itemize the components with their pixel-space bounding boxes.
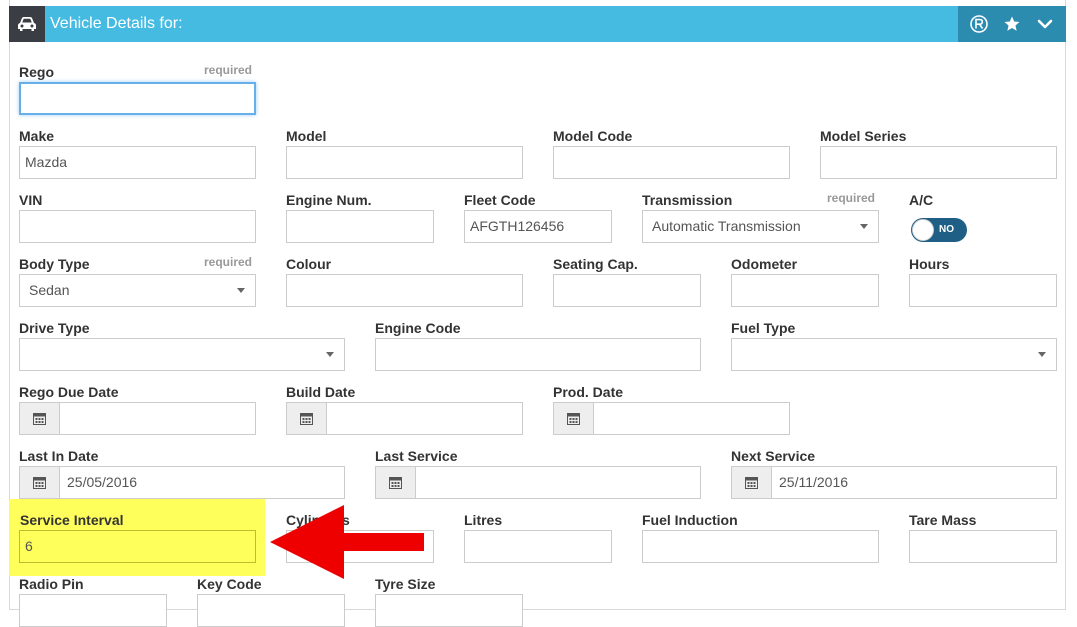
rego-due-date-label: Rego Due Date [19,384,119,400]
prod-date-label: Prod. Date [553,384,624,400]
vin-input[interactable] [19,210,256,243]
model-series-label: Model Series [820,128,907,144]
transmission-select[interactable]: Automatic Transmission [642,210,879,243]
caret-down-icon [237,288,245,293]
service-interval-input[interactable]: 6 [19,530,256,563]
litres-label: Litres [464,512,503,528]
seating-cap-label: Seating Cap. [553,256,638,272]
next-service-value: 25/11/2016 [779,474,849,490]
engine-code-input[interactable] [375,338,701,371]
ac-label: A/C [909,192,934,208]
next-service-input[interactable]: 25/11/2016 [731,466,1057,499]
body-type-select[interactable]: Sedan [19,274,256,307]
transmission-label: Transmission [642,192,733,208]
body-type-label: Body Type [19,256,90,272]
last-service-value [416,467,423,498]
calendar-icon[interactable] [20,403,60,434]
rego-due-date-value [60,403,67,434]
last-in-date-input[interactable]: 25/05/2016 [19,466,345,499]
rego-required: required [204,63,253,77]
engine-code-label: Engine Code [375,320,461,336]
caret-down-icon [1038,352,1046,357]
build-date-label: Build Date [286,384,356,400]
fleet-code-label: Fleet Code [464,192,536,208]
vin-label: VIN [19,192,43,208]
caret-down-icon [326,352,334,357]
next-service-label: Next Service [731,448,816,464]
make-input[interactable]: Mazda [19,146,256,179]
body-type-required: required [204,255,253,269]
r-circle-icon[interactable] [966,11,992,37]
engine-num-input[interactable] [286,210,434,243]
calendar-icon[interactable] [732,467,772,498]
last-in-date-label: Last In Date [19,448,99,464]
drive-type-label: Drive Type [19,320,90,336]
last-service-input[interactable] [375,466,701,499]
build-date-input[interactable] [286,402,523,435]
body-type-value: Sedan [29,282,70,298]
colour-label: Colour [286,256,332,272]
build-date-value [327,403,334,434]
odometer-input[interactable] [731,274,879,307]
service-interval-label: Service Interval [20,512,124,528]
rego-input[interactable] [19,82,256,115]
hours-label: Hours [909,256,950,272]
car-icon [9,6,45,42]
caret-down-icon [860,224,868,229]
model-code-label: Model Code [553,128,633,144]
fuel-type-label: Fuel Type [731,320,796,336]
make-label: Make [19,128,55,144]
transmission-value: Automatic Transmission [652,218,801,234]
calendar-icon[interactable] [376,467,416,498]
last-service-label: Last Service [375,448,458,464]
prod-date-value [594,403,601,434]
model-series-input[interactable] [820,146,1057,179]
hours-input[interactable] [909,274,1057,307]
drive-type-select[interactable] [19,338,345,371]
ac-toggle-state: NO [939,224,954,235]
header-toolbar [958,6,1066,42]
calendar-icon[interactable] [20,467,60,498]
key-code-label: Key Code [197,576,262,592]
colour-input[interactable] [286,274,523,307]
rego-label: Rego [19,64,54,80]
prod-date-input[interactable] [553,402,790,435]
odometer-label: Odometer [731,256,798,272]
model-label: Model [286,128,327,144]
fleet-code-input[interactable]: AFGTH126456 [464,210,612,243]
fuel-induction-input[interactable] [642,530,879,563]
seating-cap-input[interactable] [553,274,701,307]
rego-due-date-input[interactable] [19,402,256,435]
calendar-icon[interactable] [287,403,327,434]
panel-header: Vehicle Details for: [9,6,1066,42]
radio-pin-input[interactable] [19,594,167,627]
engine-num-label: Engine Num. [286,192,372,208]
last-in-date-value: 25/05/2016 [67,474,138,490]
fuel-type-select[interactable] [731,338,1057,371]
ac-toggle[interactable]: NO [911,218,967,242]
model-input[interactable] [286,146,523,179]
fuel-induction-label: Fuel Induction [642,512,738,528]
tyre-size-input[interactable] [375,594,523,627]
transmission-required: required [827,191,876,205]
annotation-arrow-icon [270,505,424,579]
chevron-down-icon[interactable] [1032,11,1058,37]
calendar-icon[interactable] [554,403,594,434]
panel-title: Vehicle Details for: [50,15,183,32]
key-code-input[interactable] [197,594,345,627]
litres-input[interactable] [464,530,612,563]
radio-pin-label: Radio Pin [19,576,84,592]
tare-mass-input[interactable] [909,530,1057,563]
star-icon[interactable] [999,11,1025,37]
model-code-input[interactable] [553,146,790,179]
toggle-knob [912,219,934,241]
tare-mass-label: Tare Mass [909,512,977,528]
